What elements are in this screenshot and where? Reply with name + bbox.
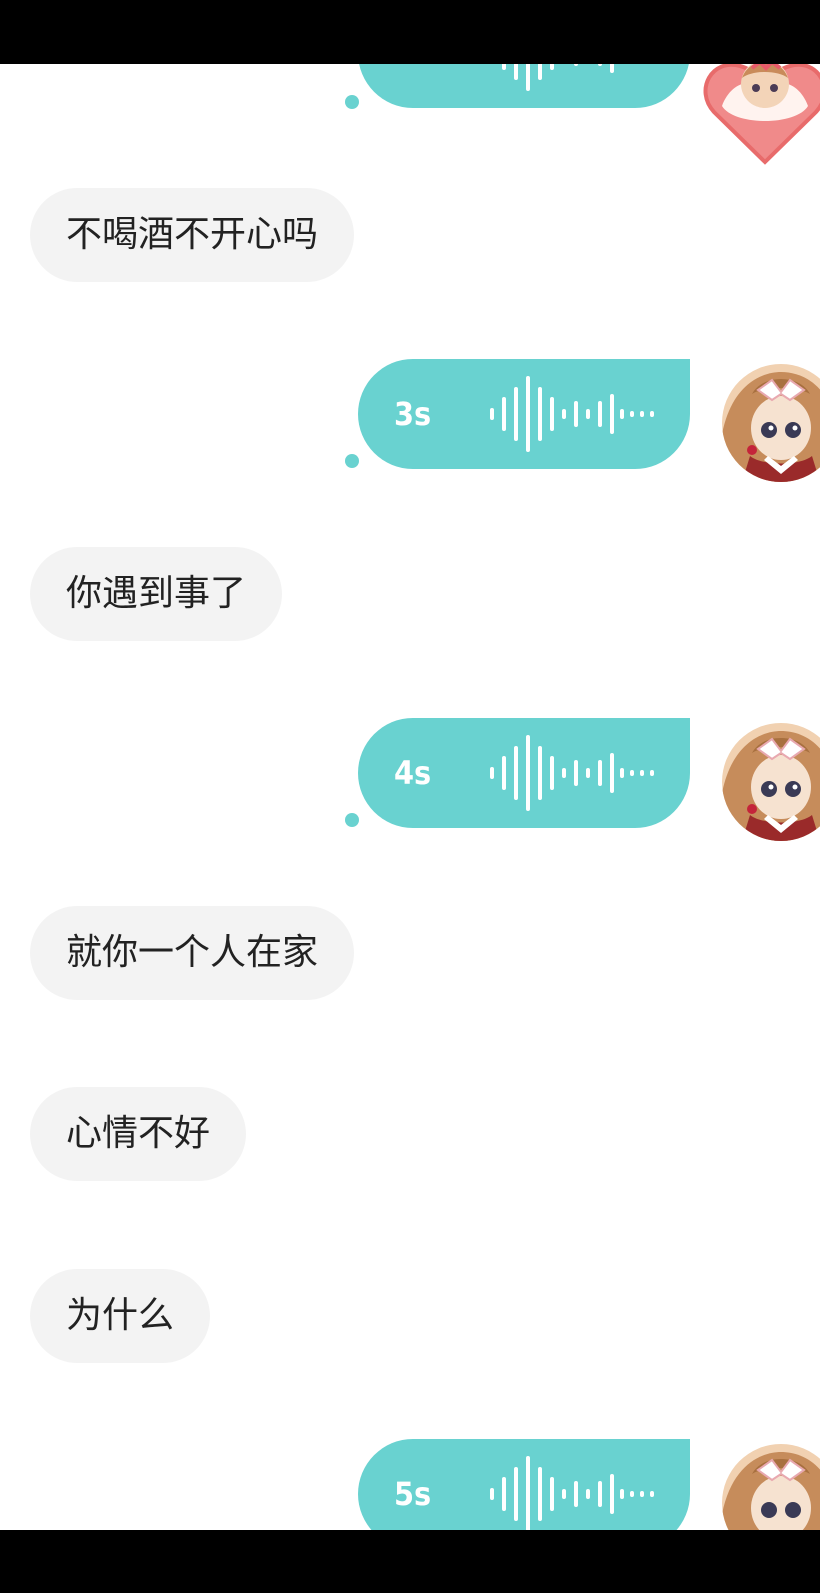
sound-wave-icon (490, 376, 654, 452)
unread-dot (345, 813, 359, 827)
message-text: 为什么 (66, 1295, 175, 1336)
unread-dot (345, 95, 359, 109)
voice-message-bubble[interactable]: 3s (358, 359, 690, 469)
voice-duration: 5s (394, 1475, 432, 1513)
incoming-text-bubble[interactable]: 你遇到事了 (30, 547, 283, 641)
voice-duration: 4s (394, 754, 432, 792)
message-text: 就你一个人在家 (66, 932, 319, 973)
message-text: 你遇到事了 (66, 573, 247, 614)
sound-wave-icon (490, 1456, 654, 1530)
user-avatar[interactable] (722, 723, 820, 841)
status-bar (0, 0, 820, 64)
voice-message-bubble[interactable] (358, 64, 690, 108)
message-text: 心情不好 (66, 1113, 211, 1154)
incoming-text-bubble[interactable]: 心情不好 (30, 1087, 247, 1181)
user-avatar[interactable] (722, 364, 820, 482)
sound-wave-icon (490, 735, 654, 811)
voice-message-bubble[interactable]: 4s (358, 718, 690, 828)
incoming-text-bubble[interactable]: 不喝酒不开心吗 (30, 188, 355, 282)
chat-message-list[interactable]: 不喝酒不开心吗 3s 你遇到事了 4s 就你一个人在家 心情不好 为什么 5s (0, 64, 820, 1530)
voice-duration: 3s (394, 395, 432, 433)
user-avatar[interactable] (722, 1444, 820, 1530)
sound-wave-icon (502, 64, 614, 91)
unread-dot (345, 454, 359, 468)
navigation-bar (0, 1530, 820, 1593)
message-text: 不喝酒不开心吗 (66, 214, 319, 255)
incoming-text-bubble[interactable]: 为什么 (30, 1269, 211, 1363)
incoming-text-bubble[interactable]: 就你一个人在家 (30, 906, 355, 1000)
heart-avatar[interactable] (700, 64, 820, 174)
voice-message-bubble[interactable]: 5s (358, 1439, 690, 1530)
